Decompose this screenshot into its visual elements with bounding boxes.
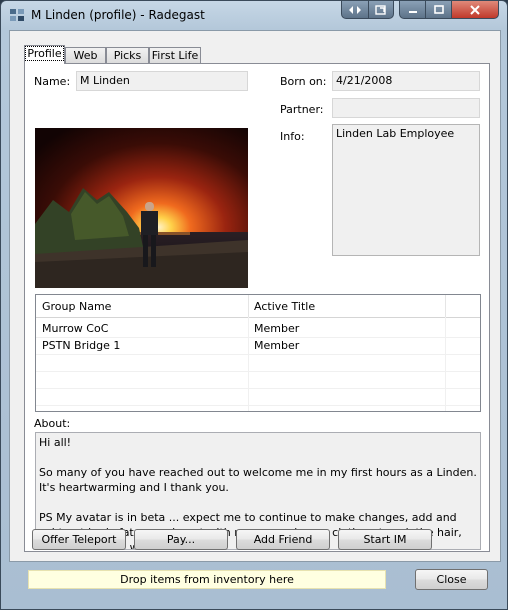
app-icon (10, 9, 24, 21)
column-header-group-name[interactable]: Group Name (42, 300, 111, 313)
about-paragraph: So many of you have reached out to welco… (39, 466, 477, 494)
born-on-label: Born on: (280, 75, 327, 88)
client-area: Profile Web Picks First Life Name: M Lin… (9, 30, 501, 562)
info-label: Info: (280, 130, 305, 143)
minimize-icon[interactable] (399, 1, 426, 19)
table-row[interactable]: PSTN Bridge 1 Member (36, 337, 480, 355)
column-divider[interactable] (445, 295, 446, 317)
table-row-empty (36, 371, 480, 389)
add-friend-button[interactable]: Add Friend (236, 529, 330, 550)
active-title-cell: Member (254, 322, 300, 335)
pay-button[interactable]: Pay... (134, 529, 228, 550)
tab-picks[interactable]: Picks (106, 47, 149, 63)
inventory-drop-target[interactable]: Drop items from inventory here (28, 570, 386, 589)
tab-profile[interactable]: Profile (24, 45, 65, 64)
column-divider[interactable] (248, 295, 249, 317)
about-label: About: (34, 417, 71, 430)
groups-list[interactable]: Group Name Active Title Murrow CoC Membe… (35, 294, 481, 412)
profile-tab-panel: Name: M Linden Born on: 4/21/2008 Partne… (24, 63, 490, 552)
column-header-active-title[interactable]: Active Title (254, 300, 315, 313)
start-im-button[interactable]: Start IM (338, 529, 432, 550)
partner-field[interactable] (332, 98, 480, 118)
window-title: M Linden (profile) - Radegast (31, 8, 205, 22)
groups-header: Group Name Active Title (36, 295, 480, 318)
profile-photo (35, 128, 248, 288)
profile-window: M Linden (profile) - Radegast Profile We… (0, 0, 508, 610)
name-field[interactable]: M Linden (76, 71, 248, 91)
tab-first-life[interactable]: First Life (149, 47, 201, 63)
name-label: Name: (34, 75, 71, 88)
close-button[interactable]: Close (415, 569, 488, 590)
info-field[interactable]: Linden Lab Employee (332, 124, 480, 256)
partner-label: Partner: (280, 103, 324, 116)
tab-web[interactable]: Web (65, 47, 106, 63)
about-paragraph: Hi all! (39, 436, 72, 449)
table-row[interactable]: Murrow CoC Member (36, 320, 480, 338)
maximize-icon[interactable] (425, 1, 452, 19)
group-name-cell: Murrow CoC (42, 322, 109, 335)
detach-icon[interactable] (368, 1, 394, 19)
title-bar[interactable]: M Linden (profile) - Radegast (1, 1, 507, 29)
born-on-field[interactable]: 4/21/2008 (332, 71, 480, 91)
close-icon[interactable] (451, 1, 499, 19)
back-forward-icon[interactable] (341, 1, 369, 19)
table-row-empty (36, 354, 480, 372)
active-title-cell: Member (254, 339, 300, 352)
table-row-empty (36, 388, 480, 406)
group-name-cell: PSTN Bridge 1 (42, 339, 121, 352)
offer-teleport-button[interactable]: Offer Teleport (32, 529, 126, 550)
